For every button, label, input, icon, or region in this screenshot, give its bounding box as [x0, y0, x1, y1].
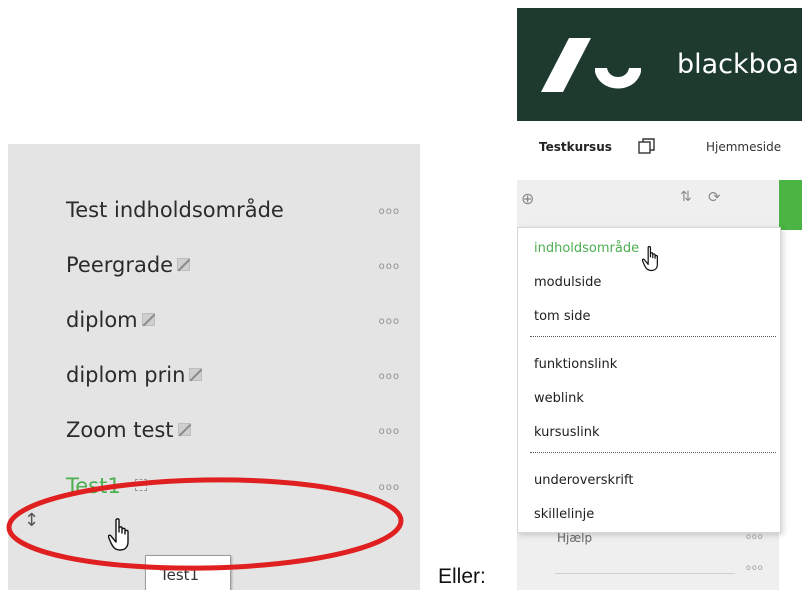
more-options-icon[interactable]: ooo — [379, 316, 400, 327]
hand-cursor-icon — [641, 246, 662, 278]
sort-icon[interactable]: ⇅ — [680, 189, 692, 205]
hidden-from-students-icon — [177, 258, 191, 271]
dropdown-item-tom-side[interactable]: tom side — [534, 309, 590, 324]
add-icon[interactable]: ⊕ — [521, 189, 534, 208]
more-options-icon[interactable]: ooo — [379, 426, 400, 437]
menu-toolbar: ⊕ ⇅ ⟳ — [517, 186, 779, 216]
dropdown-item-indholdsomrade[interactable]: indholdsområde — [534, 241, 639, 256]
menu-item-partial[interactable]: Hjælp — [557, 531, 592, 545]
dropdown-separator — [530, 452, 776, 453]
menu-item-test1[interactable]: Test1 ooo — [8, 468, 420, 508]
more-options-icon[interactable]: ooo — [746, 563, 764, 572]
hidden-from-students-icon — [177, 423, 191, 436]
dropdown-item-skillelinje[interactable]: skillelinje — [534, 507, 594, 522]
menu-item-diplom-prin[interactable]: diplom prin ooo — [8, 357, 420, 397]
more-options-icon[interactable]: ooo — [379, 261, 400, 272]
menu-item-label: Test indholdsområde — [66, 198, 284, 222]
copy-icon[interactable] — [637, 137, 657, 157]
active-indicator — [779, 180, 802, 230]
course-header: Testkursus Hjemmeside — [517, 132, 802, 176]
drag-handle-icon[interactable]: ↕ — [24, 510, 39, 531]
menu-item-label: diplom — [66, 308, 155, 332]
dropdown-item-weblink[interactable]: weblink — [534, 391, 584, 406]
menu-item-label: Peergrade — [66, 253, 191, 277]
menu-item-label: Test1 — [66, 474, 147, 498]
brand-name: blackboa — [677, 49, 799, 80]
dropdown-separator — [530, 336, 776, 337]
menu-item-label: diplom prin — [66, 363, 203, 387]
more-options-icon[interactable]: ooo — [379, 482, 400, 493]
brand-header: blackboa — [517, 8, 802, 121]
dropdown-item-kursuslink[interactable]: kursuslink — [534, 425, 600, 440]
dropdown-item-underoverskrift[interactable]: underoverskrift — [534, 473, 633, 488]
hidden-from-students-icon — [141, 313, 155, 326]
course-name[interactable]: Testkursus — [539, 140, 612, 154]
empty-content-icon — [134, 479, 147, 491]
tooltip: Test1 — [145, 555, 231, 590]
more-options-icon[interactable]: ooo — [379, 371, 400, 382]
add-menu-dropdown: indholdsområde modulside tom side funkti… — [517, 227, 781, 533]
menu-item-test-indholdsomrade[interactable]: Test indholdsområde ooo — [8, 192, 420, 232]
more-options-icon[interactable]: ooo — [746, 532, 764, 541]
course-menu-panel: Test indholdsområde ooo Peergrade ooo di… — [8, 144, 420, 590]
menu-item-peergrade[interactable]: Peergrade ooo — [8, 247, 420, 287]
hand-cursor-icon — [107, 518, 134, 560]
blackboard-panel: blackboa Testkursus Hjemmeside ⊕ ⇅ ⟳ Hjæ… — [517, 8, 802, 590]
dropdown-item-funktionslink[interactable]: funktionslink — [534, 357, 617, 372]
blackboard-logo-icon — [541, 38, 641, 92]
menu-item-label: Zoom test — [66, 418, 191, 442]
home-page-link[interactable]: Hjemmeside — [706, 140, 781, 154]
caption-text: Eller: — [438, 565, 486, 588]
more-options-icon[interactable]: ooo — [379, 206, 400, 217]
dropdown-item-modulside[interactable]: modulside — [534, 275, 601, 290]
menu-item-diplom[interactable]: diplom ooo — [8, 302, 420, 342]
divider — [555, 573, 735, 574]
menu-item-zoom-test[interactable]: Zoom test ooo — [8, 412, 420, 452]
refresh-icon[interactable]: ⟳ — [708, 188, 721, 206]
hidden-from-students-icon — [189, 368, 203, 381]
